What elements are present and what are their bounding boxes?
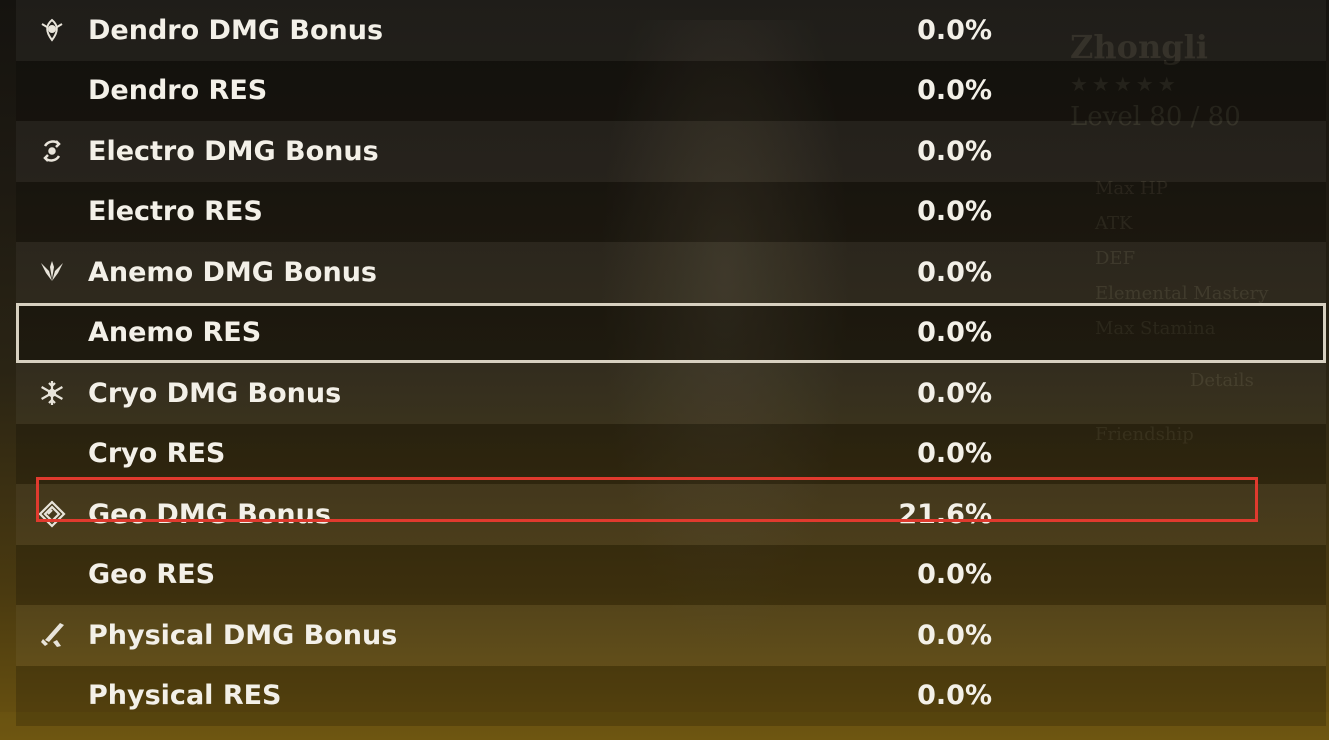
attribute-row-selected[interactable]: Anemo RES 0.0% (16, 302, 1326, 363)
attribute-row[interactable]: Electro DMG Bonus 0.0% (16, 121, 1326, 182)
attribute-value: 0.0% (917, 75, 992, 107)
attribute-value: 0.0% (917, 196, 992, 228)
attribute-label: Electro RES (88, 196, 263, 228)
attribute-label: Anemo RES (88, 317, 262, 349)
attribute-label: Physical RES (88, 680, 282, 712)
attribute-row[interactable]: Cryo DMG Bonus 0.0% (16, 363, 1326, 424)
attribute-value: 0.0% (917, 680, 992, 712)
attribute-label: Geo DMG Bonus (88, 498, 331, 530)
electro-icon (16, 136, 88, 166)
attribute-label: Dendro DMG Bonus (88, 14, 384, 46)
attribute-label: Cryo DMG Bonus (88, 377, 342, 409)
dendro-icon (16, 15, 88, 45)
attribute-value: 0.0% (917, 14, 992, 46)
attribute-value: 0.0% (917, 619, 992, 651)
attribute-value: 21.6% (898, 498, 992, 530)
geo-icon (16, 499, 88, 529)
attribute-label: Cryo RES (88, 438, 226, 470)
attribute-label: Geo RES (88, 559, 216, 591)
attribute-value: 0.0% (917, 135, 992, 167)
attribute-row[interactable]: Dendro DMG Bonus 0.0% (16, 0, 1326, 61)
attribute-value: 0.0% (917, 377, 992, 409)
attribute-row[interactable]: Anemo DMG Bonus 0.0% (16, 242, 1326, 303)
attribute-value: 0.0% (917, 317, 992, 349)
anemo-icon (16, 257, 88, 287)
attributes-table: Dendro DMG Bonus 0.0% Dendro RES 0.0% El… (16, 0, 1326, 726)
attribute-row[interactable]: Electro RES 0.0% (16, 181, 1326, 242)
physical-icon (16, 620, 88, 650)
attribute-value: 0.0% (917, 438, 992, 470)
attribute-row[interactable]: Physical RES 0.0% (16, 665, 1326, 726)
attribute-label: Anemo DMG Bonus (88, 256, 377, 288)
attribute-row[interactable]: Cryo RES 0.0% (16, 423, 1326, 484)
cryo-icon (16, 378, 88, 408)
attribute-value: 0.0% (917, 559, 992, 591)
attribute-value: 0.0% (917, 256, 992, 288)
attribute-row[interactable]: Physical DMG Bonus 0.0% (16, 605, 1326, 666)
attribute-label: Dendro RES (88, 75, 268, 107)
attribute-label: Electro DMG Bonus (88, 135, 379, 167)
attribute-row-geo-dmg-bonus[interactable]: Geo DMG Bonus 21.6% (16, 484, 1326, 545)
attribute-row[interactable]: Geo RES 0.0% (16, 544, 1326, 605)
attribute-label: Physical DMG Bonus (88, 619, 398, 651)
attribute-row[interactable]: Dendro RES 0.0% (16, 60, 1326, 121)
